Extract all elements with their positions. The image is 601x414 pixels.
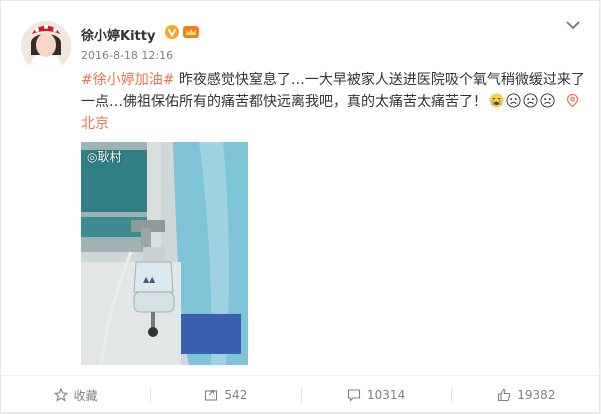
action-bar: 收藏 542 10314 19382 — [1, 376, 601, 414]
like-count: 19382 — [517, 388, 556, 402]
username[interactable]: 徐小婷Kitty — [81, 25, 155, 44]
repost-icon — [205, 389, 218, 401]
post-text: #徐小婷加油# 昨夜感觉快窒息了…一大早被家人送进医院吸个氧气稍微缓过来了一点…… — [81, 69, 586, 135]
sad-emoji-icon — [540, 93, 555, 108]
thumb-up-icon — [498, 388, 511, 402]
comment-icon — [347, 389, 361, 402]
post-photo[interactable]: ▲▲ ◎耿村 — [81, 142, 248, 365]
repost-button[interactable]: 542 — [151, 376, 300, 414]
chevron-down-icon[interactable] — [565, 19, 581, 31]
sad-emoji-icon — [523, 93, 538, 108]
location-label[interactable]: 北京 — [81, 116, 109, 132]
verified-v-icon — [165, 25, 179, 39]
member-crown-icon[interactable] — [183, 25, 199, 39]
location-pin-icon — [567, 93, 579, 108]
avatar[interactable] — [21, 21, 71, 71]
weibo-post-card: 徐小婷Kitty 2016-8-18 12:16 #徐小婷加油# 昨夜感觉快窒息… — [0, 0, 601, 414]
comment-count: 10314 — [367, 388, 406, 402]
hashtag-link[interactable]: #徐小婷加油# — [81, 72, 174, 88]
favorite-button[interactable]: 收藏 — [1, 376, 150, 414]
post-timestamp[interactable]: 2016-8-18 12:16 — [81, 49, 173, 62]
photo-watermark: ◎耿村 — [87, 150, 122, 164]
like-button[interactable]: 19382 — [452, 376, 601, 414]
favorite-label: 收藏 — [73, 388, 98, 403]
comment-button[interactable]: 10314 — [302, 376, 451, 414]
star-icon — [53, 388, 68, 402]
svg-text:▲▲: ▲▲ — [143, 275, 156, 284]
crying-emoji-icon — [489, 93, 504, 108]
repost-count: 542 — [224, 388, 248, 402]
sad-emoji-icon — [506, 93, 521, 108]
